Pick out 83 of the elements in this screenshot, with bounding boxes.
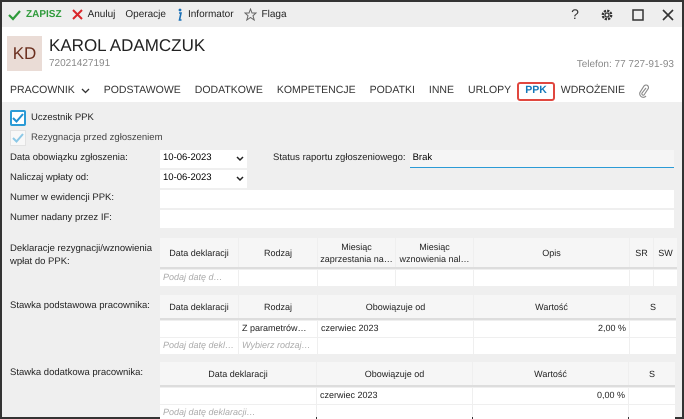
table-cell[interactable] (396, 270, 473, 286)
column-header[interactable]: S (630, 295, 676, 318)
tab[interactable]: WDROŻENIE (560, 82, 625, 100)
check-icon (12, 113, 24, 123)
status-field[interactable]: Brak (410, 150, 674, 168)
tab[interactable]: URLOPY (468, 82, 512, 100)
checkbox-label: Uczestnik PPK (31, 110, 94, 125)
table-cell[interactable] (629, 405, 675, 419)
field-label: Status raportu zgłoszeniowego: (273, 151, 406, 166)
tab[interactable]: DODATKOWE (194, 82, 263, 100)
date-field[interactable]: 10-06-2023 (160, 170, 247, 188)
attachment-button[interactable] (638, 84, 649, 98)
cancel-button[interactable]: Anuluj (72, 4, 116, 24)
table-cell[interactable] (654, 270, 677, 286)
date-field[interactable]: 10-06-2023 (160, 150, 247, 168)
check-icon (12, 133, 24, 143)
column-header[interactable]: S (629, 362, 675, 385)
star-icon (244, 8, 257, 21)
table-cell[interactable] (474, 270, 629, 286)
paperclip-icon (638, 84, 649, 98)
maximize-button[interactable] (632, 8, 644, 20)
checkbox[interactable] (10, 110, 26, 126)
avatar: KD (7, 36, 42, 71)
table-cell: Z parametrów… (239, 321, 317, 337)
table-cell[interactable] (473, 405, 628, 419)
help-button[interactable]: ? (568, 4, 582, 25)
menu-button[interactable]: Operacje (125, 4, 166, 24)
table-label: Stawka dodatkowa pracownika: (10, 366, 144, 380)
checkbox-label: Rezygnacja przed zgłoszeniem (31, 130, 162, 145)
field-label: Naliczaj wpłaty od: (10, 171, 90, 186)
column-header[interactable]: Obowiązuje od (317, 362, 472, 385)
field-label: Numer nadany przez IF: (10, 211, 113, 226)
column-header[interactable]: Opis (474, 238, 629, 267)
column-header[interactable]: Data deklaracji (160, 295, 238, 318)
table-cell[interactable] (318, 270, 395, 286)
info-button[interactable]: Informator (176, 4, 234, 24)
column-header[interactable]: Rodzaj (239, 295, 317, 318)
column-header[interactable]: Wartość (474, 295, 629, 318)
column-header[interactable]: Data deklaracji (160, 238, 238, 267)
table-cell: 0,00 % (473, 388, 628, 404)
table-label: Deklaracje rezygnacji/wznowienia wpłat do PPK: (10, 242, 154, 269)
tab[interactable]: PPK (517, 82, 555, 100)
maximize-icon (632, 8, 644, 20)
close-icon (662, 8, 674, 20)
phone-text: Telefon: 77 727-91-93 (576, 58, 674, 72)
table-cell[interactable] (239, 270, 317, 286)
field-label: Data obowiązku zgłoszenia: (10, 151, 129, 166)
chevron-down-icon (236, 176, 244, 182)
table-cell (630, 321, 676, 337)
table-cell[interactable] (317, 405, 472, 419)
column-header[interactable]: Miesiąc zaprzestania na… (318, 238, 395, 267)
column-header[interactable]: Rodzaj (239, 238, 317, 267)
tab[interactable]: PODSTAWOWE (104, 82, 181, 100)
column-header[interactable]: SR (630, 238, 653, 267)
info-icon (176, 8, 183, 21)
check-icon (8, 8, 21, 20)
close-icon (72, 9, 83, 20)
table-cell: czerwiec 2023 (317, 388, 472, 404)
chevron-down-icon (80, 88, 90, 94)
settings-button[interactable] (600, 8, 614, 22)
close-button[interactable] (662, 8, 674, 20)
table-cell: 2,00 % (474, 321, 629, 337)
settings-icon (600, 8, 614, 22)
column-header[interactable]: Data deklaracji (160, 362, 316, 385)
chevron-down-icon (236, 156, 244, 162)
table-cell: czerwiec 2023 (318, 321, 473, 337)
column-header[interactable]: SW (654, 238, 677, 267)
person-name: KAROL ADAMCZUK (49, 36, 206, 56)
column-header[interactable]: Miesiąc wznowienia nal… (396, 238, 473, 267)
tab[interactable]: PRACOWNIK (10, 82, 90, 100)
table-cell (629, 388, 675, 404)
table-label: Stawka podstawowa pracownika: (10, 299, 151, 313)
date-value: 10-06-2023 (163, 151, 212, 166)
table-cell[interactable] (630, 270, 653, 286)
flag-button[interactable]: Flaga (244, 4, 287, 24)
tab[interactable]: INNE (428, 82, 454, 100)
tab[interactable]: KOMPETENCJE (276, 82, 356, 100)
field-label: Numer w ewidencji PPK: (10, 191, 116, 206)
column-header[interactable]: Wartość (473, 362, 628, 385)
person-id: 72021427191 (49, 57, 112, 71)
date-value: 10-06-2023 (163, 171, 212, 186)
column-header[interactable]: Obowiązuje od (318, 295, 473, 318)
tab[interactable]: PODATKI (370, 82, 415, 100)
